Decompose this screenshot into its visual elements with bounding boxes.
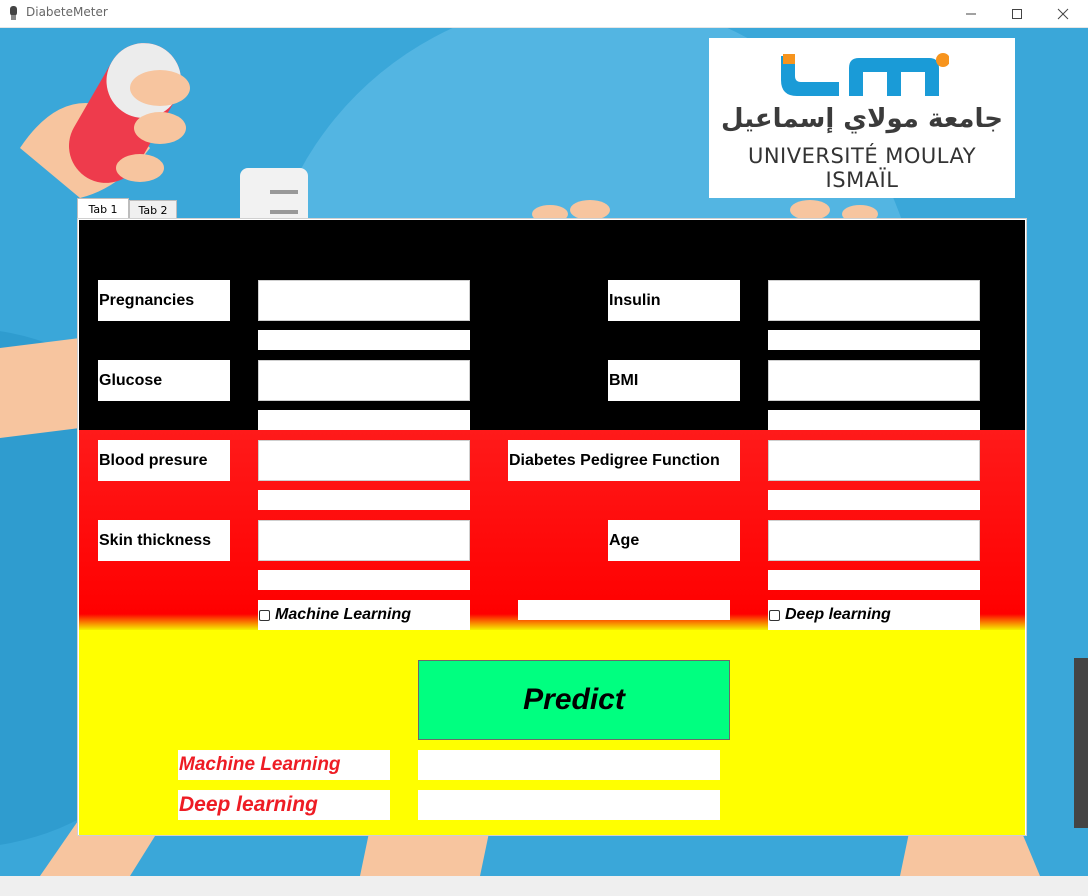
dl-result-label: Deep learning xyxy=(178,790,390,820)
pregnancies-input[interactable] xyxy=(258,280,470,321)
age-label: Age xyxy=(608,520,740,561)
pregnancies-label: Pregnancies xyxy=(98,280,230,321)
dpf-label: Diabetes Pedigree Function xyxy=(508,440,740,481)
dpf-hint-field xyxy=(768,490,980,510)
minimize-button[interactable] xyxy=(948,0,994,27)
skin-thickness-hint-field xyxy=(258,570,470,590)
pregnancies-hint-field xyxy=(258,330,470,350)
minimize-icon xyxy=(966,13,976,14)
skin-thickness-input[interactable] xyxy=(258,520,470,561)
blood-pressure-hint-field xyxy=(258,490,470,510)
blood-pressure-input[interactable] xyxy=(258,440,470,481)
ml-result-label: Machine Learning xyxy=(178,750,390,780)
checkbox-icon[interactable] xyxy=(259,609,270,621)
bmi-label: BMI xyxy=(608,360,740,401)
glucose-hint-field xyxy=(258,410,470,430)
age-hint-field xyxy=(768,570,980,590)
logo-arabic-text: جامعة مولاي إسماعيل xyxy=(721,104,1003,134)
deep-learning-checkbox[interactable]: Deep learning xyxy=(768,600,980,630)
machine-learning-checkbox-label: Machine Learning xyxy=(275,606,412,623)
status-field xyxy=(518,600,730,620)
tab-2[interactable]: Tab 2 xyxy=(129,200,177,219)
age-input[interactable] xyxy=(768,520,980,561)
insulin-hint-field xyxy=(768,330,980,350)
close-icon xyxy=(1057,8,1069,19)
ml-result-field xyxy=(418,750,720,780)
close-button[interactable] xyxy=(1040,0,1086,27)
window-bottom-bar xyxy=(0,876,1088,896)
window-title: DiabeteMeter xyxy=(26,5,108,19)
bmi-hint-field xyxy=(768,410,980,430)
checkbox-icon[interactable] xyxy=(769,609,780,621)
maximize-button[interactable] xyxy=(994,0,1040,27)
blood-pressure-label: Blood presure xyxy=(98,440,230,481)
app-icon xyxy=(10,6,17,20)
dl-result-field xyxy=(418,790,720,820)
logo-latin-text: UNIVERSITÉ MOULAY ISMAÏL xyxy=(747,144,977,192)
skin-thickness-label: Skin thickness xyxy=(98,520,230,561)
machine-learning-checkbox[interactable]: Machine Learning xyxy=(258,600,470,630)
maximize-icon xyxy=(1012,8,1022,19)
insulin-input[interactable] xyxy=(768,280,980,321)
university-logo: جامعة مولاي إسماعيل UNIVERSITÉ MOULAY IS… xyxy=(709,38,1015,198)
deep-learning-checkbox-label: Deep learning xyxy=(785,606,891,623)
predict-button[interactable]: Predict xyxy=(418,660,730,740)
bmi-input[interactable] xyxy=(768,360,980,401)
glucose-input[interactable] xyxy=(258,360,470,401)
dpf-input[interactable] xyxy=(768,440,980,481)
insulin-label: Insulin xyxy=(608,280,740,321)
tab-1[interactable]: Tab 1 xyxy=(77,198,129,219)
window-titlebar: DiabeteMeter xyxy=(0,0,1088,28)
glucose-label: Glucose xyxy=(98,360,230,401)
umi-logo-mark xyxy=(781,53,949,96)
